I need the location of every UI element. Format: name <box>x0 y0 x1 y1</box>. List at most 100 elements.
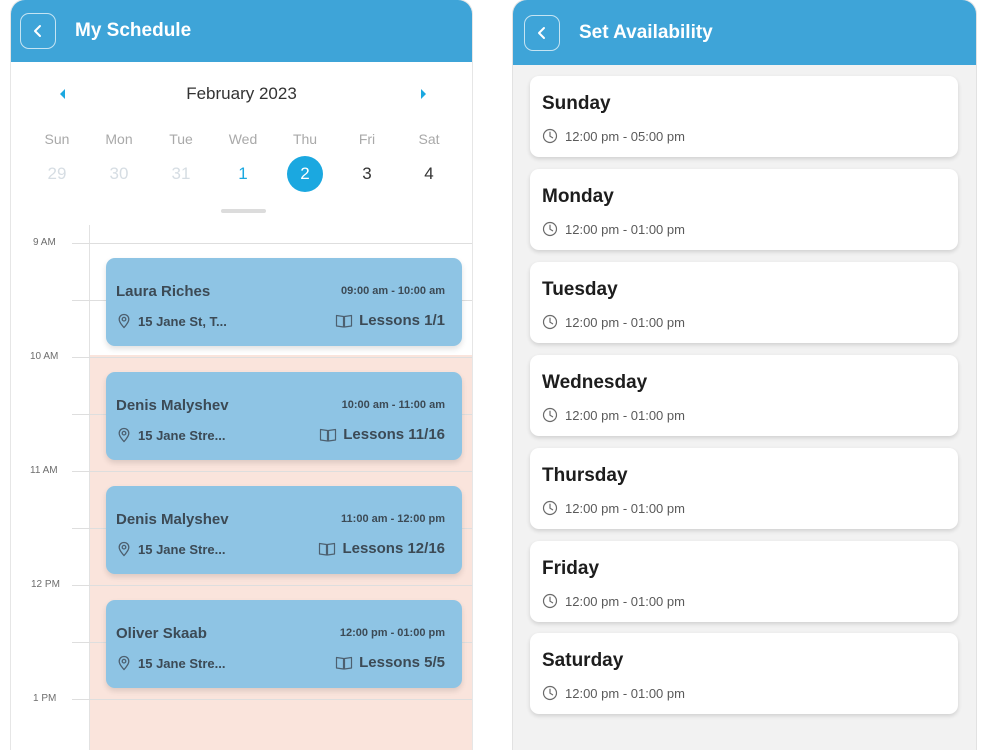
hour-label: 1 PM <box>33 693 57 704</box>
clock-icon <box>542 221 558 237</box>
clock-icon <box>542 128 558 144</box>
lesson-count-text: Lessons 1/1 <box>359 312 445 329</box>
lesson-address: 15 Jane St, T... <box>116 313 227 329</box>
day-timeline: 9 AM 10 AM 11 AM 12 PM 1 PM Laura Riches… <box>11 225 472 750</box>
time-range-text: 12:00 pm - 01:00 pm <box>565 593 685 609</box>
lesson-time: 11:00 am - 12:00 pm <box>341 513 445 525</box>
weekday-label: Tue <box>169 131 193 147</box>
availability-card-tuesday[interactable]: Tuesday 12:00 pm - 01:00 pm <box>530 262 958 343</box>
hour-line <box>72 471 472 472</box>
hour-line <box>72 357 472 358</box>
address-text: 15 Jane Stre... <box>138 427 226 443</box>
drag-handle[interactable] <box>221 209 266 213</box>
book-icon <box>336 314 353 328</box>
availability-card-sunday[interactable]: Sunday 12:00 pm - 05:00 pm <box>530 76 958 157</box>
month-navigator: February 2023 <box>11 82 472 106</box>
location-pin-icon <box>118 313 130 329</box>
location-pin-icon <box>118 541 130 557</box>
clock-icon <box>542 500 558 516</box>
weekday-label: Thu <box>292 131 318 147</box>
clock-icon <box>542 314 558 330</box>
time-range-text: 12:00 pm - 01:00 pm <box>565 221 685 237</box>
lesson-address: 15 Jane Stre... <box>116 655 225 671</box>
lesson-count-text: Lessons 12/16 <box>342 540 445 557</box>
availability-card-saturday[interactable]: Saturday 12:00 pm - 01:00 pm <box>530 633 958 714</box>
weekday-label: Fri <box>358 131 376 147</box>
time-range-text: 12:00 pm - 01:00 pm <box>565 407 685 423</box>
date-cell[interactable]: 29 <box>26 155 88 193</box>
day-label: Saturday <box>542 650 624 671</box>
timeline-divider <box>89 225 90 750</box>
date-cell[interactable]: 30 <box>88 155 150 193</box>
date-cell[interactable]: 3 <box>336 155 398 193</box>
hour-line <box>72 699 472 700</box>
hour-label: 11 AM <box>30 465 58 476</box>
date-cell[interactable]: 31 <box>150 155 212 193</box>
selected-date-label: 2 <box>287 156 323 192</box>
lesson-card[interactable]: Laura Riches 09:00 am - 10:00 am 15 Jane… <box>106 258 462 346</box>
lesson-count: Lessons 5/5 <box>335 654 445 671</box>
availability-card-thursday[interactable]: Thursday 12:00 pm - 01:00 pm <box>530 448 958 529</box>
time-range-text: 12:00 pm - 01:00 pm <box>565 500 685 516</box>
back-button[interactable] <box>20 13 56 49</box>
time-range-text: 12:00 pm - 05:00 pm <box>565 128 685 144</box>
address-text: 15 Jane St, T... <box>138 313 227 329</box>
lesson-time: 12:00 pm - 01:00 pm <box>339 627 445 639</box>
lesson-time: 09:00 am - 10:00 am <box>341 285 445 297</box>
lesson-count-text: Lessons 5/5 <box>359 654 445 671</box>
lesson-count-text: Lessons 11/16 <box>343 426 445 443</box>
weekday-label: Wed <box>228 131 258 147</box>
time-range: 12:00 pm - 01:00 pm <box>542 314 685 330</box>
month-label: February 2023 <box>186 84 297 103</box>
weekday-label: Mon <box>105 131 133 147</box>
lesson-card[interactable]: Denis Malyshev 11:00 am - 12:00 pm 15 Ja… <box>106 486 462 574</box>
date-cell-selected[interactable]: 2 <box>274 155 336 193</box>
weekday-label: Sat <box>418 131 440 147</box>
clock-icon <box>542 685 558 701</box>
day-label: Sunday <box>542 93 611 114</box>
date-cell[interactable]: 4 <box>398 155 460 193</box>
clock-icon <box>542 593 558 609</box>
student-name: Denis Malyshev <box>116 397 229 414</box>
chevron-left-icon <box>34 25 41 37</box>
availability-card-friday[interactable]: Friday 12:00 pm - 01:00 pm <box>530 541 958 622</box>
day-label: Wednesday <box>542 372 648 393</box>
lesson-card[interactable]: Oliver Skaab 12:00 pm - 01:00 pm 15 Jane… <box>106 600 462 688</box>
page-title: Set Availability <box>579 21 713 43</box>
set-availability-screen: Set Availability Sunday 12:00 pm - 05:00… <box>513 0 976 750</box>
availability-app-bar: Set Availability <box>513 0 976 65</box>
caret-right-icon[interactable] <box>419 87 429 101</box>
availability-card-wednesday[interactable]: Wednesday 12:00 pm - 01:00 pm <box>530 355 958 436</box>
lesson-count: Lessons 11/16 <box>319 426 445 443</box>
weekday-header-row: Sun Mon Tue Wed Thu Fri Sat <box>26 131 460 147</box>
hour-label: 9 AM <box>33 237 56 248</box>
day-label: Tuesday <box>542 279 618 300</box>
clock-icon <box>542 407 558 423</box>
day-label: Thursday <box>542 465 628 486</box>
my-schedule-screen: My Schedule February 2023 Sun Mon Tue We… <box>11 0 472 750</box>
hour-label: 12 PM <box>31 579 60 590</box>
lesson-card[interactable]: Denis Malyshev 10:00 am - 11:00 am 15 Ja… <box>106 372 462 460</box>
day-label: Friday <box>542 558 600 579</box>
back-button[interactable] <box>524 14 560 51</box>
hour-line <box>72 243 472 244</box>
lesson-count: Lessons 1/1 <box>335 312 445 329</box>
schedule-app-bar: My Schedule <box>11 0 472 62</box>
book-icon <box>319 542 336 556</box>
availability-card-monday[interactable]: Monday 12:00 pm - 01:00 pm <box>530 169 958 250</box>
student-name: Denis Malyshev <box>116 511 229 528</box>
time-range: 12:00 pm - 01:00 pm <box>542 500 685 516</box>
student-name: Oliver Skaab <box>116 625 207 642</box>
time-range: 12:00 pm - 01:00 pm <box>542 221 685 237</box>
hour-label: 10 AM <box>30 351 59 362</box>
day-label: Monday <box>542 186 614 207</box>
location-pin-icon <box>118 655 130 671</box>
time-range-text: 12:00 pm - 01:00 pm <box>565 685 685 701</box>
time-range: 12:00 pm - 01:00 pm <box>542 593 685 609</box>
book-icon <box>320 428 337 442</box>
time-range-text: 12:00 pm - 01:00 pm <box>565 314 685 330</box>
location-pin-icon <box>118 427 130 443</box>
time-range: 12:00 pm - 01:00 pm <box>542 685 685 701</box>
date-cell[interactable]: 1 <box>212 155 274 193</box>
address-text: 15 Jane Stre... <box>138 541 226 557</box>
